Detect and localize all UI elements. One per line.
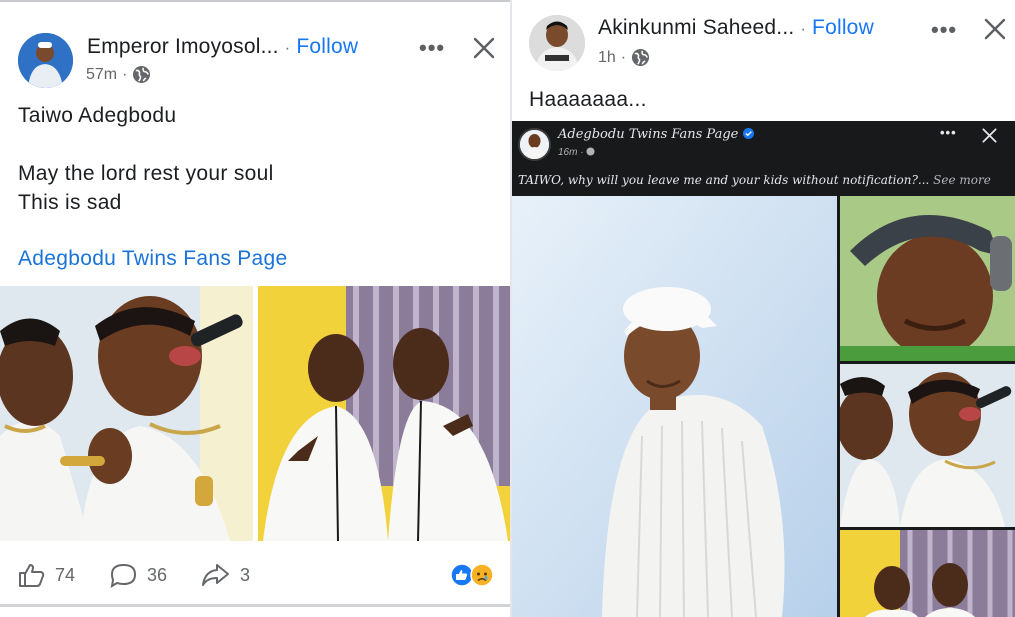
shared-page-header: Adegbodu Twins Fans Page <box>558 127 754 142</box>
shared-post-screenshot[interactable]: Adegbodu Twins Fans Page 16m · ••• TAIWO… <box>512 121 1015 617</box>
post-text: Haaaaaaa... <box>529 88 647 111</box>
close-icon[interactable] <box>473 37 495 59</box>
post-text-line-3: This is sad <box>18 191 122 214</box>
author-avatar[interactable] <box>18 33 73 88</box>
page-link[interactable]: Adegbodu Twins Fans Page <box>18 247 288 271</box>
shared-photo-main[interactable] <box>512 196 837 617</box>
comment-button[interactable]: 36 <box>110 563 167 588</box>
page-avatar[interactable] <box>518 128 551 161</box>
separator: · <box>800 21 806 38</box>
bottom-divider <box>0 604 512 607</box>
left-post: Emperor Imoyosol... · Follow 57m · ••• T… <box>0 0 512 617</box>
author-avatar[interactable] <box>529 15 585 71</box>
shared-photo-2[interactable] <box>840 196 1015 361</box>
follow-button[interactable]: Follow <box>296 35 358 58</box>
shared-page-name[interactable]: Adegbodu Twins Fans Page <box>558 127 738 142</box>
author-header: Akinkunmi Saheed... · Follow <box>598 16 874 40</box>
comment-count: 36 <box>147 565 168 585</box>
post-time[interactable]: 1h <box>598 49 616 67</box>
close-icon[interactable] <box>984 18 1006 40</box>
see-more-link[interactable]: See more <box>933 173 991 187</box>
follow-button[interactable]: Follow <box>812 16 874 39</box>
share-count: 3 <box>240 564 251 585</box>
shared-post-meta: 16m · <box>558 147 595 158</box>
share-icon <box>202 564 229 586</box>
author-header: Emperor Imoyosol... · Follow <box>87 35 358 59</box>
post-time[interactable]: 57m <box>86 66 117 84</box>
share-button[interactable]: 3 <box>201 563 250 587</box>
comment-icon <box>110 563 137 588</box>
shared-more-options[interactable]: ••• <box>940 125 957 140</box>
reaction-badges[interactable] <box>450 563 498 587</box>
verified-badge-icon <box>742 128 754 139</box>
author-name[interactable]: Emperor Imoyosol... <box>87 35 279 58</box>
separator-dot: · <box>580 147 584 158</box>
globe-icon <box>632 48 650 67</box>
author-name[interactable]: Akinkunmi Saheed... <box>598 16 794 39</box>
like-count: 74 <box>55 564 76 585</box>
shared-close-icon[interactable] <box>982 128 997 143</box>
shared-photo-4[interactable] <box>840 530 1015 617</box>
globe-icon <box>586 147 595 156</box>
more-options-button[interactable]: ••• <box>419 35 445 61</box>
post-meta: 57m · <box>86 65 151 84</box>
separator: · <box>284 40 291 57</box>
globe-icon <box>133 65 151 84</box>
shared-caption: TAIWO, why will you leave me and your ki… <box>518 173 991 187</box>
like-button[interactable]: 74 <box>18 563 75 587</box>
like-icon <box>19 564 45 587</box>
shared-post-time[interactable]: 16m <box>558 147 577 158</box>
post-text-line-1: Taiwo Adegbodu <box>18 104 177 127</box>
post-photo-1[interactable] <box>0 286 253 541</box>
post-photo-2[interactable] <box>258 286 512 541</box>
shared-photo-3[interactable] <box>840 364 1015 527</box>
shared-caption-text: TAIWO, why will you leave me and your ki… <box>518 173 930 187</box>
post-meta: 1h · <box>598 48 650 67</box>
more-options-button[interactable]: ••• <box>931 17 957 43</box>
right-post: Akinkunmi Saheed... · Follow 1h · ••• Ha… <box>512 0 1015 617</box>
separator-dot: · <box>620 48 627 66</box>
separator-dot: · <box>122 65 128 83</box>
sad-reaction-icon <box>470 563 494 587</box>
post-text-line-2: May the lord rest your soul <box>18 162 274 185</box>
